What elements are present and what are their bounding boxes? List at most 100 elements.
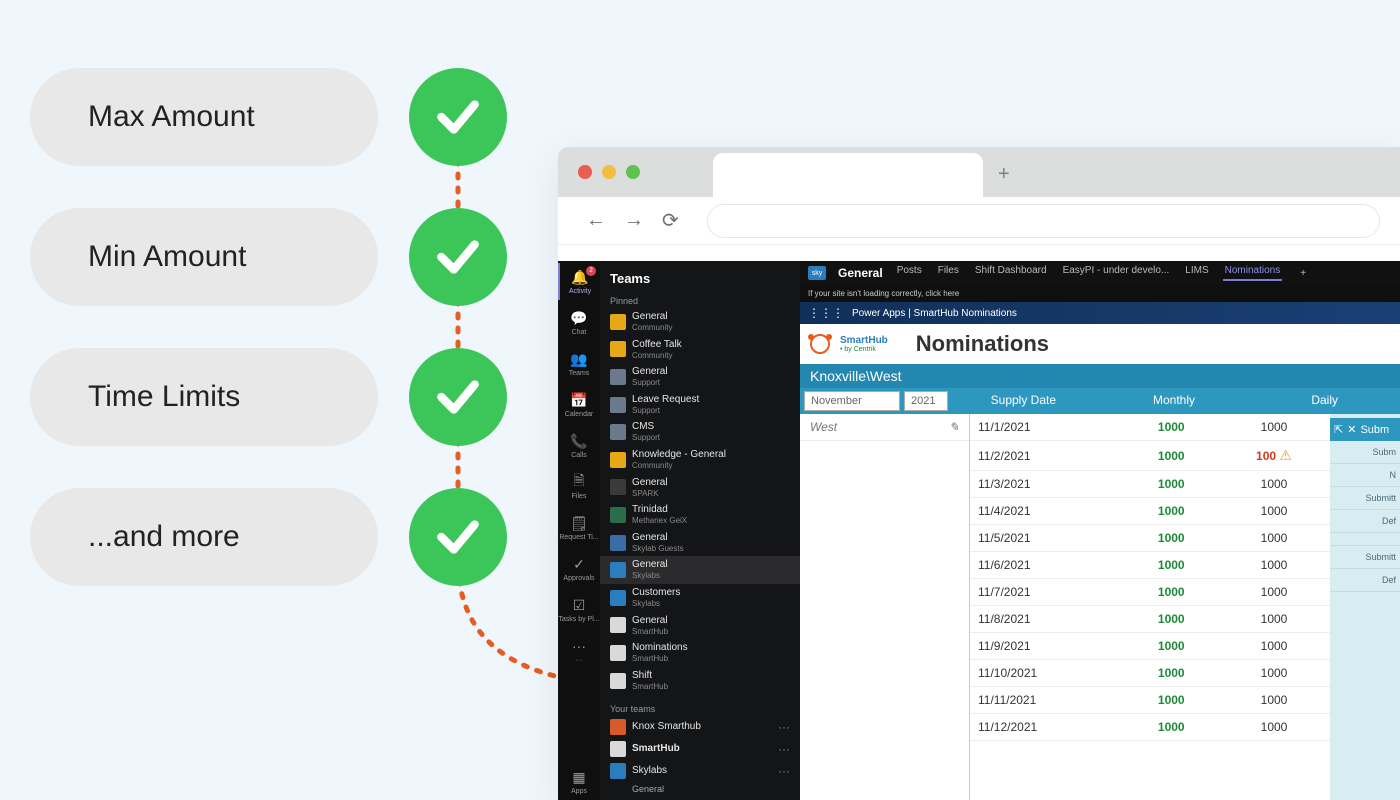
tab-posts[interactable]: Posts bbox=[895, 265, 924, 281]
channel-header: sky General PostsFilesShift DashboardEas… bbox=[800, 261, 1400, 285]
close-icon[interactable]: ✕ bbox=[1347, 423, 1356, 436]
team-icon bbox=[610, 763, 626, 779]
pinned-item[interactable]: GeneralSPARK bbox=[600, 474, 800, 502]
team-icon bbox=[610, 562, 626, 578]
month-select[interactable]: November bbox=[804, 391, 900, 411]
minimize-icon[interactable] bbox=[602, 165, 616, 179]
rail-approvals[interactable]: ✓Approvals bbox=[558, 550, 600, 587]
table-row[interactable]: 11/2/20211000100 ⚠ bbox=[970, 441, 1330, 471]
team-icon bbox=[610, 479, 626, 495]
pinned-item[interactable]: Leave RequestSupport bbox=[600, 391, 800, 419]
tab-files[interactable]: Files bbox=[936, 265, 961, 281]
table-row[interactable]: 11/3/202110001000 bbox=[970, 471, 1330, 498]
brand-sub: • by Centrik bbox=[840, 346, 888, 353]
table-row[interactable]: 11/6/202110001000 bbox=[970, 552, 1330, 579]
team-icon bbox=[610, 617, 626, 633]
address-bar[interactable] bbox=[707, 204, 1380, 238]
apps-icon: ▦ bbox=[570, 768, 588, 786]
table-row[interactable]: 11/8/202110001000 bbox=[970, 606, 1330, 633]
pinned-item[interactable]: GeneralSkylabs bbox=[600, 556, 800, 584]
col-daily: Daily bbox=[1249, 388, 1400, 414]
pinned-item[interactable]: CustomersSkylabs bbox=[600, 584, 800, 612]
rail-files[interactable]: 🗎Files bbox=[558, 468, 600, 505]
table-row[interactable]: 11/12/202110001000 bbox=[970, 714, 1330, 741]
pinned-item[interactable]: GeneralCommunity bbox=[600, 308, 800, 336]
reload-icon[interactable]: ⟳ bbox=[662, 208, 679, 233]
window-controls[interactable] bbox=[578, 165, 640, 179]
year-select[interactable]: 2021 bbox=[904, 391, 948, 411]
table-row[interactable]: 11/11/202110001000 bbox=[970, 687, 1330, 714]
location-column: West ✎ bbox=[800, 414, 970, 800]
tab-nominations[interactable]: Nominations bbox=[1223, 265, 1283, 281]
tab-lims[interactable]: LIMS bbox=[1183, 265, 1210, 281]
rail-activity[interactable]: 🔔Activity2 bbox=[558, 263, 600, 300]
check-icon bbox=[409, 488, 507, 586]
teams-heading: Teams bbox=[600, 267, 800, 292]
pinned-item[interactable]: GeneralSkylab Guests bbox=[600, 529, 800, 557]
add-tab-button[interactable]: + bbox=[1300, 268, 1306, 279]
nominations-table: 11/1/202110001000 11/2/20211000100 ⚠11/3… bbox=[970, 414, 1330, 800]
app-launcher-icon[interactable]: ⋮⋮⋮ bbox=[808, 306, 844, 320]
maximize-icon[interactable] bbox=[626, 165, 640, 179]
table-row[interactable]: 11/7/202110001000 bbox=[970, 579, 1330, 606]
rail-tasksbypl[interactable]: ☑Tasks by Pl... bbox=[558, 591, 600, 628]
team-icon bbox=[610, 741, 626, 757]
browser-tabbar: + bbox=[558, 147, 1400, 197]
table-row[interactable]: 11/4/202110001000 bbox=[970, 498, 1330, 525]
team-item[interactable]: Skylabs bbox=[600, 760, 800, 782]
pinned-item[interactable]: Knowledge - GeneralCommunity bbox=[600, 446, 800, 474]
col-supply-date: Supply Date bbox=[948, 388, 1099, 414]
rail-apps[interactable]: ▦Apps bbox=[558, 763, 600, 800]
rail-calls[interactable]: 📞Calls bbox=[558, 427, 600, 464]
pinned-item[interactable]: GeneralSupport bbox=[600, 363, 800, 391]
back-icon[interactable]: ← bbox=[586, 209, 606, 232]
calls-icon: 📞 bbox=[570, 432, 588, 450]
browser-tab[interactable] bbox=[713, 153, 983, 197]
team-icon bbox=[610, 369, 626, 385]
warning-icon: ⚠ bbox=[1279, 447, 1292, 463]
feature-pill: Max Amount bbox=[30, 68, 378, 166]
side-row: Submitt bbox=[1330, 546, 1400, 569]
side-row: Def bbox=[1330, 569, 1400, 592]
pinned-item[interactable]: ShiftSmartHub bbox=[600, 667, 800, 695]
tab-shiftdashboard[interactable]: Shift Dashboard bbox=[973, 265, 1049, 281]
team-icon bbox=[610, 397, 626, 413]
side-row bbox=[1330, 533, 1400, 546]
rail-teams[interactable]: 👥Teams bbox=[558, 345, 600, 382]
pinned-item[interactable]: TrinidadMethanex GeiX bbox=[600, 501, 800, 529]
breadcrumb[interactable]: Knoxville\West bbox=[800, 364, 1400, 388]
browser-toolbar: ← → ⟳ bbox=[558, 197, 1400, 245]
table-row[interactable]: 11/9/202110001000 bbox=[970, 633, 1330, 660]
pinned-item[interactable]: GeneralSmartHub bbox=[600, 612, 800, 640]
location-name: West bbox=[810, 420, 837, 434]
pinned-item[interactable]: CMSSupport bbox=[600, 418, 800, 446]
rail-calendar[interactable]: 📅Calendar bbox=[558, 386, 600, 423]
rail-[interactable]: ······ bbox=[558, 632, 600, 669]
team-item[interactable]: Knox Smarthub bbox=[600, 716, 800, 738]
table-row[interactable]: 11/1/202110001000 bbox=[970, 414, 1330, 441]
forward-icon[interactable]: → bbox=[624, 209, 644, 232]
team-item[interactable]: SmartHub bbox=[600, 738, 800, 760]
loading-notice[interactable]: If your site isn't loading correctly, cl… bbox=[800, 285, 1400, 302]
expand-icon[interactable]: ⇱ bbox=[1334, 423, 1343, 436]
chat-icon: 💬 bbox=[570, 309, 588, 327]
pinned-item[interactable]: Coffee TalkCommunity bbox=[600, 336, 800, 364]
rail-chat[interactable]: 💬Chat bbox=[558, 304, 600, 341]
table-row[interactable]: 11/5/202110001000 bbox=[970, 525, 1330, 552]
side-row: Subm bbox=[1330, 441, 1400, 464]
feature-list: Max AmountMin AmountTime Limits...and mo… bbox=[30, 68, 380, 628]
pinned-label: Pinned bbox=[600, 292, 800, 308]
table-row[interactable]: 11/10/202110001000 bbox=[970, 660, 1330, 687]
submit-header[interactable]: ⇱ ✕ Subm bbox=[1330, 418, 1400, 441]
feature-pill: Time Limits bbox=[30, 348, 378, 446]
channel-item[interactable]: General bbox=[600, 782, 800, 796]
pinned-item[interactable]: NominationsSmartHub bbox=[600, 639, 800, 667]
close-icon[interactable] bbox=[578, 165, 592, 179]
rail-requestti[interactable]: 🗒Request Ti... bbox=[558, 509, 600, 546]
new-tab-button[interactable]: + bbox=[998, 163, 1010, 186]
smarthub-logo-icon bbox=[810, 334, 830, 354]
location-item[interactable]: West ✎ bbox=[800, 414, 969, 441]
team-icon bbox=[610, 507, 626, 523]
tab-easypiunderdevelo[interactable]: EasyPI - under develo... bbox=[1061, 265, 1172, 281]
side-row: Submitt bbox=[1330, 487, 1400, 510]
